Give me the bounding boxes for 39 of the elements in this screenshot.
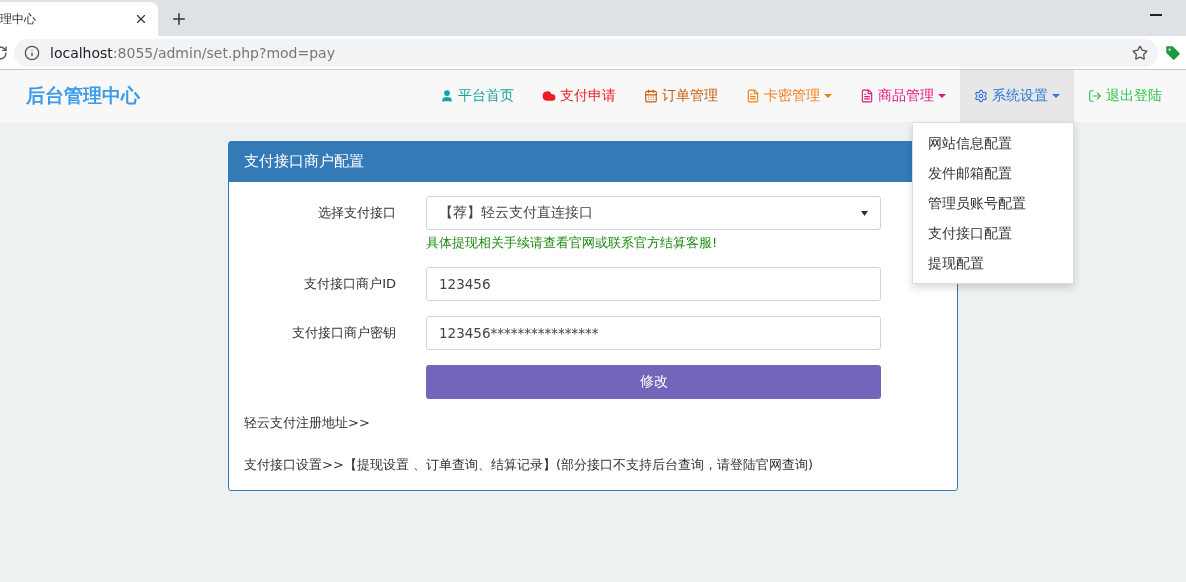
input-field[interactable]: 123456****************	[426, 316, 881, 350]
star-icon[interactable]	[1132, 44, 1148, 61]
menu-item[interactable]: 提现配置	[913, 248, 1073, 278]
submit-button[interactable]: 修改	[426, 365, 881, 399]
hint-text: 具体提现相关手续请查看官网或联系官方结算客服!	[426, 234, 719, 252]
menu-item[interactable]: 网站信息配置	[913, 128, 1073, 158]
nav-item[interactable]: 商品管理	[846, 70, 960, 122]
field-label: 支付接口商户密钥	[291, 324, 396, 342]
gear-icon	[974, 89, 988, 103]
url-text: localhost:8055/admin/set.php?mod=pay	[50, 44, 336, 61]
menu-item[interactable]: 发件邮箱配置	[913, 158, 1073, 188]
caret-icon	[1052, 94, 1060, 98]
document-icon	[860, 89, 874, 103]
logout-icon	[1088, 89, 1102, 103]
field-label: 支付接口商户ID	[303, 275, 396, 293]
document-icon	[746, 89, 760, 103]
new-tab-icon[interactable]	[170, 10, 188, 28]
register-link[interactable]: 轻云支付注册地址>>	[244, 414, 942, 432]
settings-text: 支付接口设置>>【提现设置 、订单查询、结算记录】(部分接口不支持后台查询，请登陆官网查询)	[244, 456, 815, 474]
cloud-icon	[542, 89, 556, 103]
brand-title: 后台管理中心	[26, 83, 141, 108]
user-icon	[440, 89, 454, 103]
nav-item[interactable]: 订单管理	[630, 70, 732, 122]
nav-item[interactable]: 支付申请	[528, 70, 630, 122]
field-label: 选择支付接口	[317, 204, 396, 222]
close-icon[interactable]	[134, 12, 148, 26]
input-field[interactable]: 123456	[426, 267, 881, 301]
caret-icon	[938, 94, 946, 98]
menu-item[interactable]: 支付接口配置	[913, 218, 1073, 248]
menu-item[interactable]: 管理员账号配置	[913, 188, 1073, 218]
caret-icon	[824, 94, 832, 98]
calendar-icon	[644, 89, 658, 103]
tag-icon[interactable]	[1164, 43, 1182, 62]
info-icon[interactable]	[24, 44, 40, 61]
caret-icon	[861, 210, 868, 216]
tab-title: 理中心	[0, 10, 36, 28]
address-bar[interactable]: localhost:8055/admin/set.php?mod=pay	[14, 38, 1158, 67]
nav-item[interactable]: 系统设置	[960, 70, 1074, 122]
select-field[interactable]: 【荐】轻云支付直连接口	[426, 196, 881, 230]
